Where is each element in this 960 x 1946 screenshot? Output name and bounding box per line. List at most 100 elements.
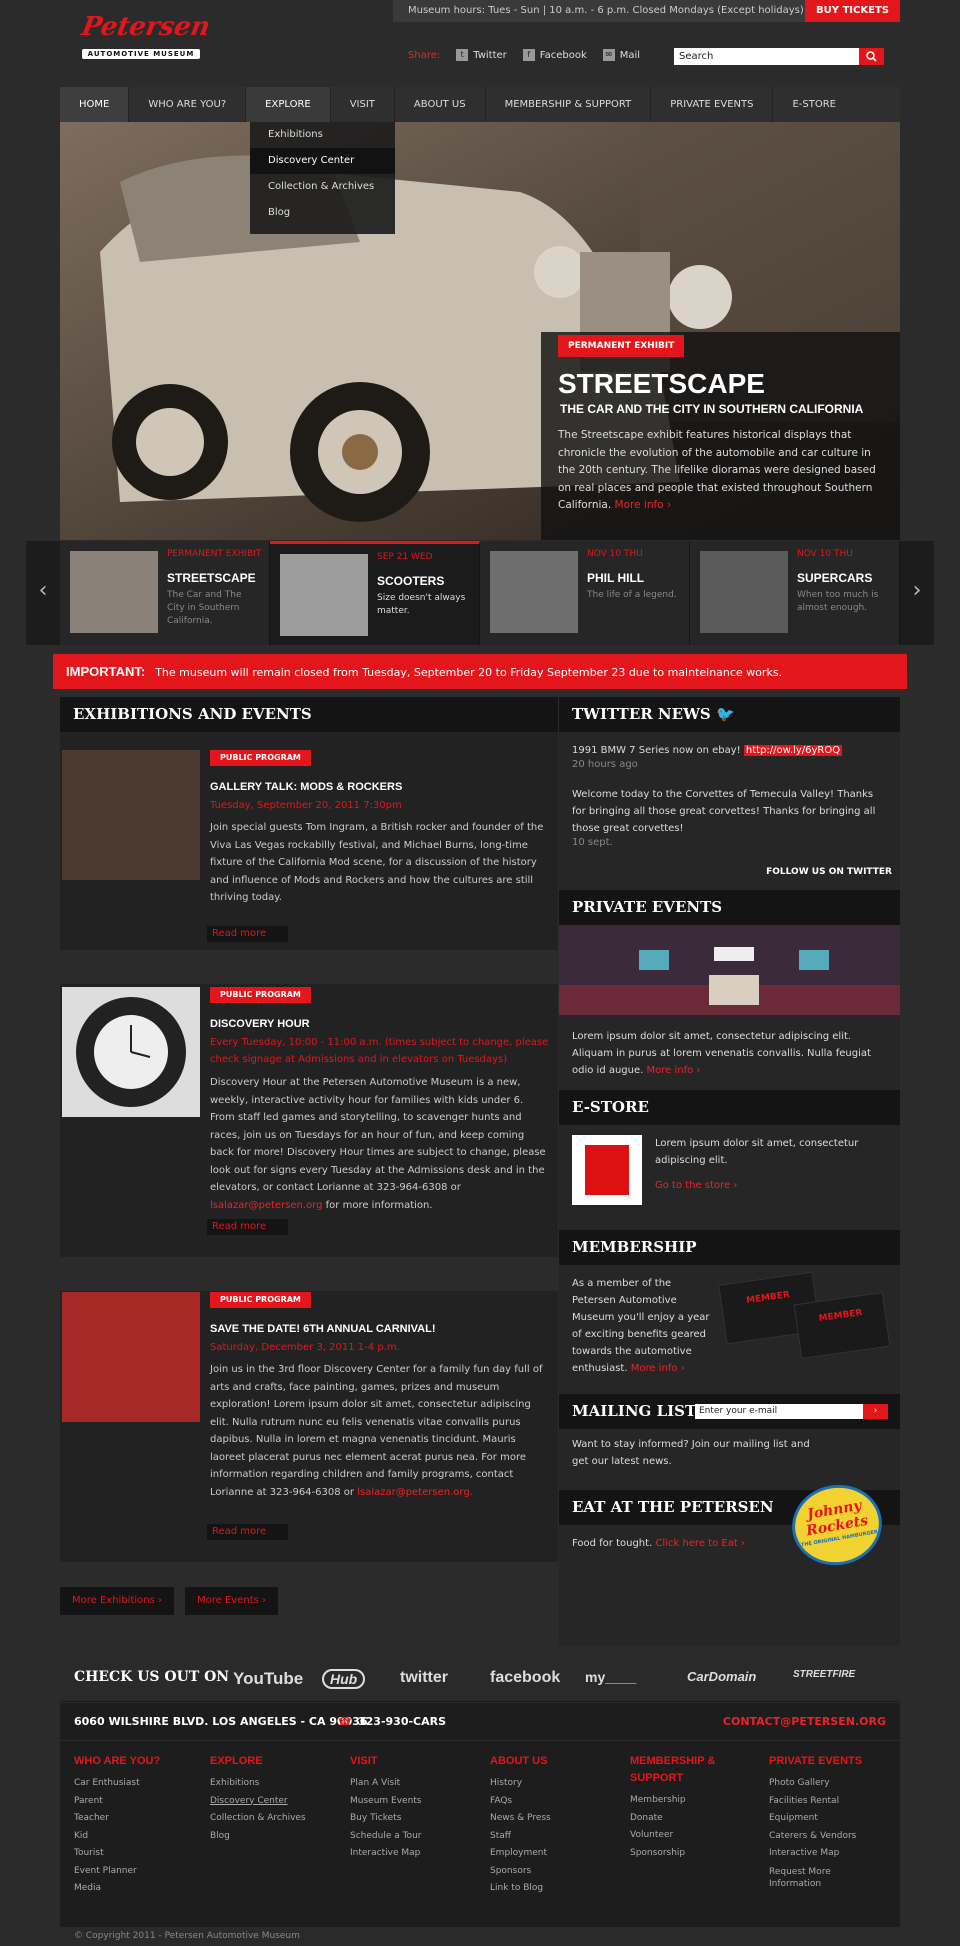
nav-estore[interactable]: E-STORE (773, 87, 855, 122)
eat-link[interactable]: Click here to Eat › (655, 1538, 744, 1549)
slide-desc: Size doesn't always matter. (377, 593, 466, 616)
footer-link[interactable]: Donate (630, 1810, 725, 1828)
tweet-link[interactable]: http://ow.ly/6yROQ (743, 745, 843, 756)
check-us-out-bar: CHECK US OUT ON YouTube Hub twitter face… (60, 1655, 900, 1702)
footer-link[interactable]: Equipment (769, 1810, 879, 1828)
private-events-more[interactable]: More info › (647, 1065, 701, 1076)
nav-about-us[interactable]: ABOUT US (395, 87, 486, 122)
dropdown-discovery-center[interactable]: Discovery Center (250, 148, 395, 174)
cardomain-logo[interactable]: CarDomain (687, 1669, 756, 1684)
footer-heading: EXPLORE (210, 1755, 263, 1767)
footer-link[interactable]: Buy Tickets (350, 1810, 422, 1828)
carousel-prev-arrow[interactable]: ‹ (26, 541, 60, 645)
hub-logo[interactable]: Hub (322, 1669, 366, 1689)
footer-link[interactable]: Request More Information (769, 1866, 879, 1890)
read-more-button[interactable]: Read more (207, 1219, 289, 1235)
footer-link[interactable]: Photo Gallery (769, 1775, 879, 1793)
footer-link[interactable]: Discovery Center (210, 1793, 306, 1811)
footer-link[interactable]: Collection & Archives (210, 1810, 306, 1828)
carousel-slide[interactable]: NOV 10 THU SUPERCARS When too much is al… (690, 541, 900, 645)
slide-date: NOV 10 THU (587, 549, 643, 559)
event-email-link[interactable]: lsalazar@petersen.org. (357, 1487, 473, 1498)
footer-link[interactable]: Interactive Map (350, 1845, 422, 1863)
share-label: Share: (408, 49, 441, 61)
streetfire-logo[interactable]: STREETFIRE (793, 1669, 855, 1680)
event-email-link[interactable]: lsalazar@petersen.org (210, 1200, 322, 1211)
footer-link[interactable]: Facilities Rental (769, 1793, 879, 1811)
search-button[interactable] (859, 48, 884, 65)
carousel-slide[interactable]: PERMANENT EXHIBIT STREETSCAPE The Car an… (60, 541, 270, 645)
read-more-button[interactable]: Read more (207, 926, 289, 942)
carousel-slide[interactable]: NOV 10 THU PHIL HILL The life of a legen… (480, 541, 690, 645)
twitter-icon: t (456, 49, 469, 61)
footer-link[interactable]: Teacher (74, 1810, 160, 1828)
footer-link[interactable]: Event Planner (74, 1863, 160, 1881)
nav-who-are-you[interactable]: WHO ARE YOU? (129, 87, 247, 122)
footer-link[interactable]: Car Enthusiast (74, 1775, 160, 1793)
slide-desc: The Car and The City in Southern Califor… (167, 590, 242, 626)
facebook-logo[interactable]: facebook (490, 1669, 560, 1687)
dropdown-exhibitions[interactable]: Exhibitions (250, 122, 395, 148)
nav-membership[interactable]: MEMBERSHIP & SUPPORT (486, 87, 652, 122)
hero-more-link[interactable]: More info › (615, 499, 672, 511)
event-title[interactable]: DISCOVERY HOUR (210, 1018, 310, 1030)
phone-number[interactable]: 323-930-CARS (358, 1703, 446, 1740)
footer-link[interactable]: Interactive Map (769, 1845, 879, 1863)
footer-link[interactable]: Media (74, 1880, 160, 1898)
event-image (62, 1292, 200, 1422)
footer-link[interactable]: Membership (630, 1792, 725, 1810)
carousel-next-arrow[interactable]: › (900, 541, 934, 645)
footer-link[interactable]: Exhibitions (210, 1775, 306, 1793)
footer-link[interactable]: Kid (74, 1828, 160, 1846)
youtube-logo[interactable]: YouTube (233, 1669, 303, 1689)
carousel-slide[interactable]: SEP 21 WED SCOOTERS Size doesn't always … (270, 541, 480, 645)
footer-link[interactable]: News & Press (490, 1810, 551, 1828)
footer-link[interactable]: Link to Blog (490, 1880, 551, 1898)
more-events-button[interactable]: More Events › (185, 1587, 279, 1615)
contact-email-link[interactable]: CONTACT@PETERSEN.ORG (723, 1703, 886, 1740)
follow-twitter-link[interactable]: FOLLOW US ON TWITTER (766, 867, 892, 877)
footer-link[interactable]: FAQs (490, 1793, 551, 1811)
search-icon (866, 51, 877, 62)
footer-link[interactable]: Blog (210, 1828, 306, 1846)
footer-link[interactable]: Volunteer (630, 1827, 725, 1845)
membership-more[interactable]: More info › (631, 1363, 685, 1374)
footer-link[interactable]: Staff (490, 1828, 551, 1846)
dropdown-blog[interactable]: Blog (250, 200, 395, 226)
footer-link[interactable]: Sponsorship (630, 1845, 725, 1863)
nav-visit[interactable]: VISIT (331, 87, 395, 122)
estore-store-link[interactable]: Go to the store › (655, 1180, 737, 1191)
share-twitter[interactable]: t Twitter (456, 49, 507, 61)
footer-link[interactable]: Tourist (74, 1845, 160, 1863)
event-title[interactable]: GALLERY TALK: MODS & ROCKERS (210, 781, 402, 793)
footer-link[interactable]: Museum Events (350, 1793, 422, 1811)
private-events-text: Lorem ipsum dolor sit amet, consectetur … (572, 1031, 871, 1076)
myspace-logo[interactable]: my____ (585, 1669, 636, 1685)
buy-tickets-button[interactable]: BUY TICKETS (805, 0, 900, 22)
footer-link[interactable]: Sponsors (490, 1863, 551, 1881)
share-mail-label: Mail (619, 50, 641, 61)
footer-link[interactable]: History (490, 1775, 551, 1793)
email-field[interactable]: Enter your e-mail (695, 1404, 863, 1419)
twitter-logo[interactable]: twitter (400, 1669, 448, 1687)
footer-link[interactable]: Caterers & Vendors (769, 1828, 879, 1846)
read-more-button[interactable]: Read more (207, 1524, 289, 1540)
nav-explore[interactable]: EXPLORE (246, 87, 331, 122)
mail-icon: ✉ (602, 49, 615, 61)
mailing-submit-button[interactable]: › (863, 1404, 888, 1419)
footer-link[interactable]: Parent (74, 1793, 160, 1811)
footer-link[interactable]: Schedule a Tour (350, 1828, 422, 1846)
footer-link[interactable]: Employment (490, 1845, 551, 1863)
share-facebook[interactable]: f Facebook (522, 49, 587, 61)
event-image (62, 987, 200, 1117)
share-mail[interactable]: ✉ Mail (602, 49, 641, 61)
dropdown-collection-archives[interactable]: Collection & Archives (250, 174, 395, 200)
tweet-time: 20 hours ago (572, 759, 638, 770)
petersen-logo[interactable]: Petersen AUTOMOTIVE MUSEUM (79, 10, 212, 72)
search-input[interactable]: Search (674, 48, 859, 65)
nav-private-events[interactable]: PRIVATE EVENTS (651, 87, 774, 122)
more-exhibitions-button[interactable]: More Exhibitions › (60, 1587, 174, 1615)
event-title[interactable]: SAVE THE DATE! 6TH ANNUAL CARNIVAL! (210, 1323, 436, 1335)
nav-home[interactable]: HOME (60, 87, 130, 122)
footer-link[interactable]: Plan A Visit (350, 1775, 422, 1793)
